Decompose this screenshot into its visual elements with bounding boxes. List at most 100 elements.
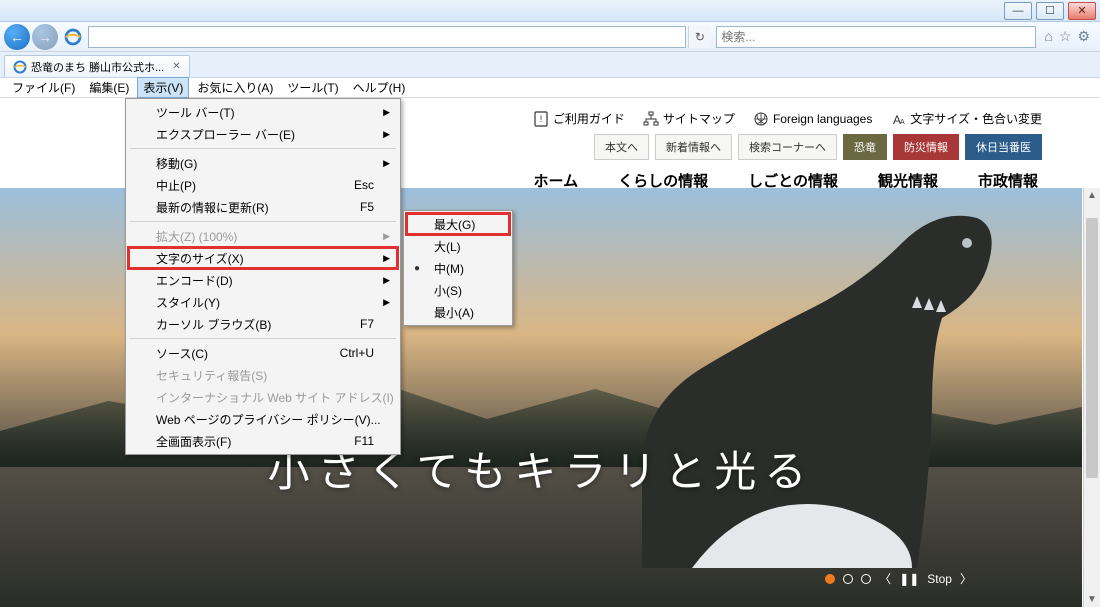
menu-edit[interactable]: 編集(E): [83, 77, 135, 98]
carousel-dot-3[interactable]: [861, 574, 871, 584]
textsize-smallest[interactable]: 最小(A): [406, 301, 510, 323]
menu-help[interactable]: ヘルプ(H): [347, 77, 412, 98]
menu-security-report[interactable]: セキュリティ報告(S): [128, 364, 398, 386]
menu-refresh[interactable]: 最新の情報に更新(R) F5: [128, 196, 398, 218]
menu-source-label: ソース(C): [156, 345, 208, 362]
submenu-arrow-icon: ▶: [383, 275, 390, 286]
submenu-arrow-icon: ▶: [383, 253, 390, 264]
window-minimize-button[interactable]: —: [1004, 2, 1032, 20]
ie-logo-icon: [64, 28, 82, 46]
menu-goto[interactable]: 移動(G) ▶: [128, 152, 398, 174]
menu-style[interactable]: スタイル(Y) ▶: [128, 291, 398, 313]
textsize-submenu: 最大(G) 大(L) ● 中(M) 小(S) 最小(A): [403, 210, 513, 326]
scroll-up-button[interactable]: ▲: [1084, 188, 1100, 203]
tools-icon[interactable]: ⚙: [1077, 28, 1090, 45]
carousel-dot-2[interactable]: [843, 574, 853, 584]
menu-zoom-label: 拡大(Z) (100%): [156, 228, 237, 245]
submenu-arrow-icon: ▶: [383, 129, 390, 140]
textsize-largest[interactable]: 最大(G): [406, 213, 510, 235]
menu-separator: [130, 338, 396, 339]
quick-news[interactable]: 新着情報へ: [655, 134, 732, 160]
vertical-scrollbar[interactable]: ▲ ▼: [1083, 188, 1100, 607]
carousel-pause-button[interactable]: ❚❚: [899, 572, 919, 586]
submenu-arrow-icon: ▶: [383, 107, 390, 118]
util-sitemap-label: サイトマップ: [663, 110, 735, 127]
globe-icon: [753, 111, 769, 127]
address-input[interactable]: [89, 30, 685, 44]
menu-toolbars[interactable]: ツール バー(T) ▶: [128, 101, 398, 123]
sitemap-icon: [643, 111, 659, 127]
window-maximize-button[interactable]: ☐: [1036, 2, 1064, 20]
menu-tools[interactable]: ツール(T): [281, 77, 344, 98]
menu-view[interactable]: 表示(V): [137, 77, 189, 98]
submenu-arrow-icon: ▶: [383, 297, 390, 308]
util-guide[interactable]: ! ご利用ガイド: [533, 110, 625, 127]
view-menu-dropdown: ツール バー(T) ▶ エクスプローラー バー(E) ▶ 移動(G) ▶ 中止(…: [125, 98, 401, 455]
menu-goto-label: 移動(G): [156, 155, 197, 172]
nav-refresh-button[interactable]: ↻: [688, 26, 710, 48]
menu-refresh-accel: F5: [360, 200, 374, 214]
menu-stop-accel: Esc: [354, 178, 374, 192]
menu-source[interactable]: ソース(C) Ctrl+U: [128, 342, 398, 364]
carousel-stop-button[interactable]: Stop: [927, 572, 952, 586]
quick-dinosaur[interactable]: 恐竜: [843, 134, 887, 160]
scroll-down-button[interactable]: ▼: [1084, 592, 1100, 607]
browser-search-box[interactable]: [716, 26, 1036, 48]
quick-search[interactable]: 検索コーナーへ: [738, 134, 837, 160]
textsize-small-label: 小(S): [434, 282, 462, 299]
textsize-icon: AA: [890, 111, 906, 127]
guide-icon: !: [533, 111, 549, 127]
menu-explorer-bar-label: エクスプローラー バー(E): [156, 126, 295, 143]
quick-medical[interactable]: 休日当番医: [965, 134, 1042, 160]
menu-separator: [130, 221, 396, 222]
menu-style-label: スタイル(Y): [156, 294, 220, 311]
tab-strip: 恐竜のまち 勝山市公式ホ... ✕: [0, 52, 1100, 78]
favorites-icon[interactable]: ☆: [1059, 28, 1072, 45]
textsize-large[interactable]: 大(L): [406, 235, 510, 257]
quick-body[interactable]: 本文へ: [594, 134, 649, 160]
carousel-prev-button[interactable]: 〈: [879, 570, 891, 587]
menu-encoding[interactable]: エンコード(D) ▶: [128, 269, 398, 291]
home-icon[interactable]: ⌂: [1044, 28, 1052, 45]
menu-intl-address-label: インターナショナル Web サイト アドレス(I): [156, 389, 394, 406]
util-foreign-label: Foreign languages: [773, 112, 872, 126]
menu-caret-accel: F7: [360, 317, 374, 331]
scroll-thumb[interactable]: [1086, 218, 1098, 478]
menu-zoom[interactable]: 拡大(Z) (100%) ▶: [128, 225, 398, 247]
browser-search-input[interactable]: [717, 30, 1035, 44]
menu-fullscreen[interactable]: 全画面表示(F) F11: [128, 430, 398, 452]
util-foreign[interactable]: Foreign languages: [753, 110, 872, 127]
nav-back-button[interactable]: ←: [4, 24, 30, 50]
menu-file[interactable]: ファイル(F): [6, 77, 81, 98]
menu-source-accel: Ctrl+U: [340, 346, 374, 360]
menu-privacy-policy[interactable]: Web ページのプライバシー ポリシー(V)...: [128, 408, 398, 430]
browser-tab[interactable]: 恐竜のまち 勝山市公式ホ... ✕: [4, 55, 190, 77]
carousel-next-button[interactable]: 〉: [960, 570, 972, 587]
textsize-medium-label: 中(M): [434, 260, 464, 277]
tab-close-button[interactable]: ✕: [172, 61, 180, 72]
menu-caret-browse[interactable]: カーソル ブラウズ(B) F7: [128, 313, 398, 335]
textsize-checkmark-icon: ●: [414, 263, 420, 274]
dinosaur-silhouette: [582, 188, 1002, 568]
menu-favorites[interactable]: お気に入り(A): [191, 77, 279, 98]
nav-forward-button[interactable]: →: [32, 24, 58, 50]
menu-intl-address[interactable]: インターナショナル Web サイト アドレス(I): [128, 386, 398, 408]
window-close-button[interactable]: ✕: [1068, 2, 1096, 20]
svg-text:!: !: [540, 114, 543, 124]
menu-stop[interactable]: 中止(P) Esc: [128, 174, 398, 196]
util-guide-label: ご利用ガイド: [553, 110, 625, 127]
textsize-smallest-label: 最小(A): [434, 304, 474, 321]
textsize-largest-label: 最大(G): [434, 216, 475, 233]
util-sitemap[interactable]: サイトマップ: [643, 110, 735, 127]
textsize-medium[interactable]: ● 中(M): [406, 257, 510, 279]
address-bar[interactable]: [88, 26, 686, 48]
page-content: ! ご利用ガイド サイトマップ Foreign languages AA 文字サ…: [0, 98, 1100, 607]
menu-textsize[interactable]: 文字のサイズ(X) ▶: [128, 247, 398, 269]
util-textsettings[interactable]: AA 文字サイズ・色合い変更: [890, 110, 1042, 127]
quick-disaster[interactable]: 防災情報: [893, 134, 959, 160]
textsize-small[interactable]: 小(S): [406, 279, 510, 301]
carousel-dot-1[interactable]: [825, 574, 835, 584]
window-titlebar: — ☐ ✕: [0, 0, 1100, 22]
menu-stop-label: 中止(P): [156, 177, 196, 194]
menu-explorer-bar[interactable]: エクスプローラー バー(E) ▶: [128, 123, 398, 145]
